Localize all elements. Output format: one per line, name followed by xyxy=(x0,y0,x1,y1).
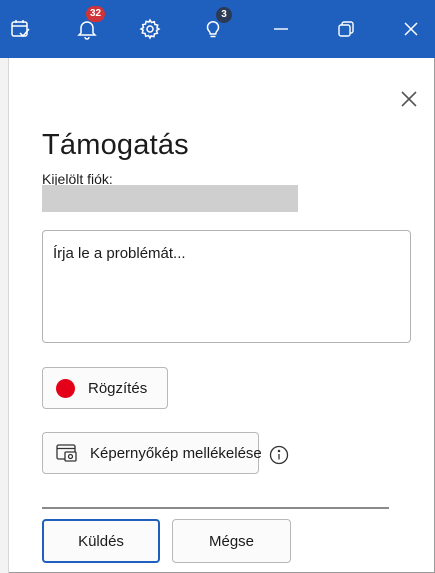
minimize-icon xyxy=(273,21,289,37)
selected-account-value xyxy=(42,185,298,212)
close-icon xyxy=(400,90,418,113)
window-close-button[interactable] xyxy=(396,0,426,58)
info-icon[interactable] xyxy=(269,445,289,465)
calendar-button[interactable] xyxy=(0,0,42,58)
screenshot-label: Képernyőkép mellékelése xyxy=(90,444,262,462)
cancel-button[interactable]: Mégse xyxy=(172,519,291,563)
left-gutter xyxy=(0,58,9,573)
screenshot-icon xyxy=(56,443,78,463)
title-bar: 32 3 xyxy=(0,0,435,58)
record-label: Rögzítés xyxy=(88,379,148,397)
record-button[interactable]: Rögzítés xyxy=(42,367,168,409)
minimize-button[interactable] xyxy=(266,0,296,58)
gear-icon xyxy=(139,18,161,40)
tips-badge: 3 xyxy=(216,7,232,23)
notifications-badge: 32 xyxy=(86,6,106,22)
problem-description-input[interactable] xyxy=(42,230,411,343)
restore-button[interactable] xyxy=(331,0,361,58)
tips-button[interactable]: 3 xyxy=(192,0,234,58)
cancel-label: Mégse xyxy=(208,532,255,550)
close-icon xyxy=(403,21,419,37)
settings-button[interactable] xyxy=(129,0,171,58)
send-button[interactable]: Küldés xyxy=(42,519,160,563)
divider xyxy=(42,507,389,509)
notifications-button[interactable]: 32 xyxy=(66,0,108,58)
record-icon xyxy=(56,378,75,398)
attach-screenshot-button[interactable]: Képernyőkép mellékelése xyxy=(42,432,262,474)
page-title: Támogatás xyxy=(42,129,189,161)
calendar-check-icon xyxy=(10,18,32,40)
send-label: Küldés xyxy=(78,532,124,550)
panel-close-button[interactable] xyxy=(396,88,422,114)
restore-icon xyxy=(337,20,355,38)
